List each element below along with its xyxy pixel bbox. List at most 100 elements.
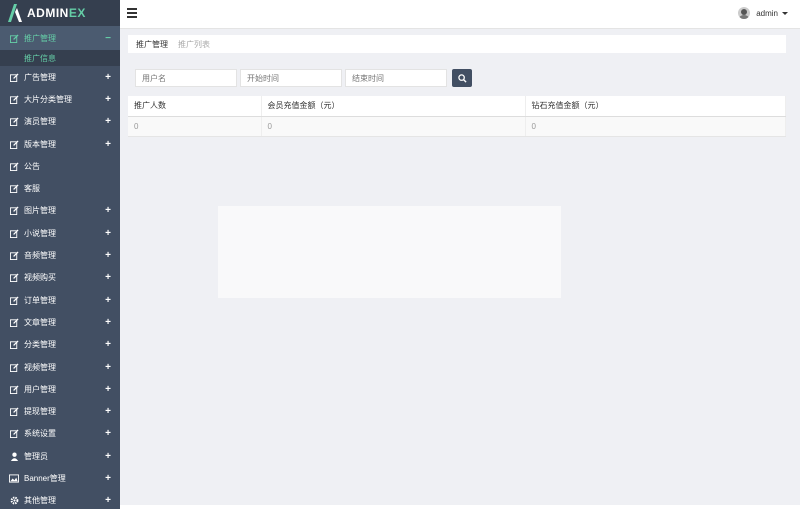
edit-icon [8,362,20,372]
avatar [738,7,751,19]
sidebar-item-label: 大片分类管理 [24,94,72,104]
breadcrumb-parent[interactable]: 推广管理 [136,39,168,50]
table-row: 0 0 0 [128,116,786,137]
sidebar-item-promotion[interactable]: 推广管理 − [0,26,120,50]
expand-icon: + [105,316,111,328]
sidebar-item-label: 管理员 [24,451,48,461]
sidebar-item[interactable]: 文章管理 + [0,311,120,333]
logo[interactable]: ADMINEX [0,0,120,26]
sidebar-item[interactable]: 视频购买 + [0,267,120,289]
sidebar-item-label: 演员管理 [24,117,56,127]
table-cell: 0 [525,116,786,137]
sidebar-item[interactable]: 用户管理 + [0,378,120,400]
search-icon [457,73,467,83]
table-cell: 0 [128,116,262,137]
top-header: admin [120,0,800,29]
edit-icon [8,273,20,283]
sidebar-item-label: 文章管理 [24,317,56,327]
sidebar-item[interactable]: 广告管理 + [0,66,120,88]
sidebar-item-label: 提现管理 [24,407,56,417]
expand-icon: + [105,250,111,262]
sidebar-item[interactable]: 提现管理 + [0,400,120,422]
column-header: 推广人数 [128,96,262,117]
sidebar-item[interactable]: 图片管理 + [0,200,120,222]
expand-icon: + [105,205,111,217]
gear-icon [8,496,20,505]
sidebar-item-label: 系统设置 [24,429,56,439]
edit-icon [8,340,20,350]
expand-icon: + [105,428,111,440]
edit-icon [8,162,20,171]
user-icon [8,452,20,461]
sidebar-item[interactable]: 其他管理 + [0,490,120,509]
sidebar-item[interactable]: 公告 [0,155,120,177]
edit-icon [8,33,20,43]
username-input[interactable] [135,69,237,87]
sidebar-item-label: 用户管理 [24,384,56,394]
user-menu[interactable]: admin [738,7,788,19]
search-button[interactable] [452,69,472,87]
edit-icon [8,117,20,127]
image-icon [8,474,20,483]
edit-icon [8,251,20,261]
column-header: 会员充值金额（元） [261,96,526,117]
expand-icon: + [105,495,111,507]
sidebar-item[interactable]: 系统设置 + [0,423,120,445]
sidebar: ADMINEX 推广管理 − 推广信息 广告管理 + 大片分类管理 + 演员管理 + 版本管… [0,0,120,509]
sidebar-item[interactable]: 分类管理 + [0,334,120,356]
sidebar-item[interactable]: 视频管理 + [0,356,120,378]
expand-icon: + [105,294,111,306]
logo-mark-icon [8,4,22,22]
edit-icon [8,407,20,417]
sidebar-item-label: 推广管理 [24,33,56,43]
sidebar-item-label: 订单管理 [24,295,56,305]
sidebar-item-label: 分类管理 [24,340,56,350]
sidebar-item-label: 公告 [24,161,40,171]
sidebar-item[interactable]: 大片分类管理 + [0,88,120,110]
expand-icon: + [105,450,111,462]
username: admin [756,8,778,18]
sidebar-item[interactable]: 管理员 + [0,445,120,467]
start-time-input[interactable] [240,69,342,87]
edit-icon [8,73,20,82]
loading-overlay [218,206,561,298]
table-cell: 0 [261,116,526,137]
sidebar-item-label: 小说管理 [24,228,56,238]
sidebar-item[interactable]: 版本管理 + [0,133,120,155]
sidebar-item[interactable]: 小说管理 + [0,222,120,244]
collapse-icon: − [105,32,111,44]
breadcrumb-current: 推广列表 [178,39,210,49]
menu-toggle-icon[interactable] [127,8,137,18]
sidebar-item[interactable]: 订单管理 + [0,289,120,311]
edit-icon [8,229,20,238]
sidebar-item-label: 版本管理 [24,139,56,149]
sidebar-item-label: 视频购买 [24,273,56,283]
edit-icon [8,206,20,216]
edit-icon [8,184,20,194]
edit-icon [8,296,20,305]
edit-icon [8,139,20,149]
edit-icon [8,95,20,104]
sidebar-item-label: 广告管理 [24,72,56,82]
filter-bar [135,69,472,87]
edit-icon [8,385,20,394]
expand-icon: + [105,227,111,239]
column-header: 钻石充值金额（元） [525,96,786,117]
expand-icon: + [105,93,111,105]
sidebar-item[interactable]: 音频管理 + [0,244,120,266]
expand-icon: + [105,339,111,351]
sidebar-item-label: 客服 [24,184,40,194]
edit-icon [8,429,20,439]
end-time-input[interactable] [345,69,447,87]
breadcrumb: 推广管理 推广列表 [128,35,786,53]
expand-icon: + [105,116,111,128]
footer-strip [120,505,800,509]
chevron-down-icon [782,11,788,15]
stats-table: 推广人数 会员充值金额（元） 钻石充值金额（元） 0 0 0 [128,96,786,137]
expand-icon: + [105,272,111,284]
sidebar-item[interactable]: 演员管理 + [0,111,120,133]
sidebar-item-label: 音频管理 [24,251,56,261]
sidebar-item[interactable]: Banner管理 + [0,467,120,489]
sidebar-item[interactable]: 客服 [0,177,120,199]
sidebar-subitem-promotion-info[interactable]: 推广信息 [0,50,120,66]
